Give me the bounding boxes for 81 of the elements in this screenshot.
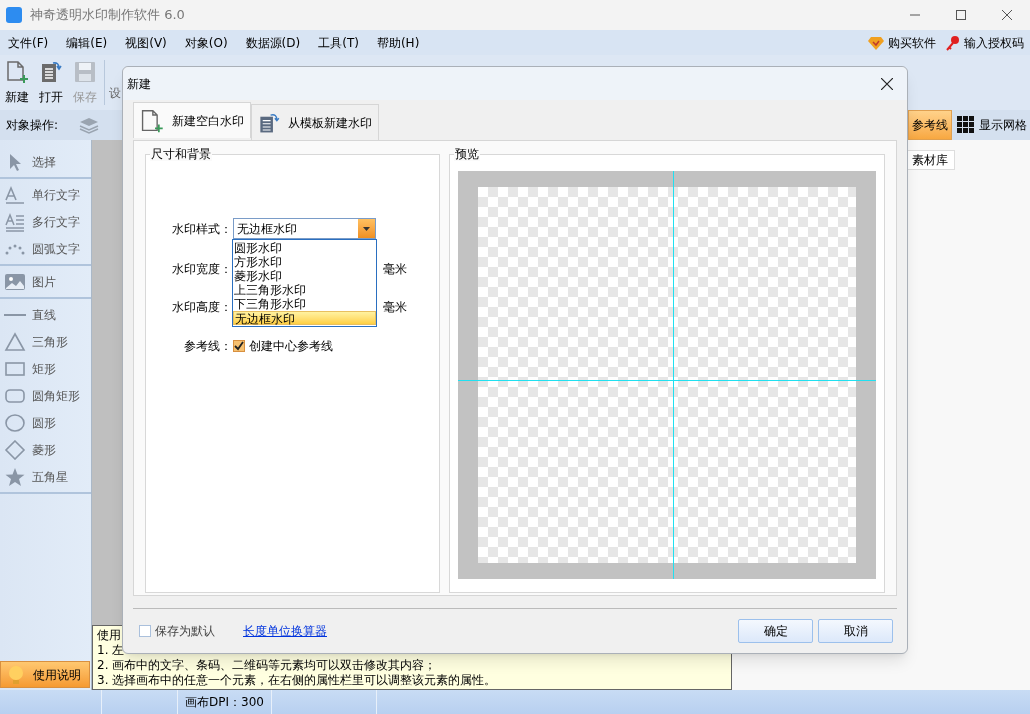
- menu-item[interactable]: 数据源(D): [239, 33, 307, 52]
- dialog-tab[interactable]: 新建空白水印: [133, 102, 251, 138]
- unit-label: 毫米: [383, 299, 407, 316]
- menu-item[interactable]: 编辑(E): [60, 33, 114, 52]
- checkbox-label: 保存为默认: [155, 623, 215, 640]
- toolbar-button[interactable]: 打开: [36, 59, 66, 106]
- dropdown-option[interactable]: 无边框水印: [233, 311, 376, 325]
- converter-link[interactable]: 长度单位换算器: [243, 622, 327, 640]
- layers-icon: [78, 116, 101, 134]
- menu-link[interactable]: 购买软件: [868, 33, 936, 52]
- tool-item[interactable]: 图片: [0, 268, 91, 295]
- dropdown-option[interactable]: 菱形水印: [233, 269, 376, 283]
- app-logo-icon: [6, 7, 22, 23]
- window-title: 神奇透明水印制作软件 6.0: [30, 6, 185, 25]
- dropdown-option[interactable]: 上三角形水印: [233, 283, 376, 297]
- checkbox[interactable]: [139, 625, 151, 637]
- tool-item[interactable]: 圆形: [0, 409, 91, 436]
- diamond-icon: [4, 439, 26, 460]
- group-title: 尺寸和背景: [150, 147, 212, 161]
- multiline-text-icon: [4, 211, 26, 232]
- tool-item[interactable]: 矩形: [0, 355, 91, 382]
- checkbox[interactable]: [233, 340, 245, 352]
- tool-item[interactable]: 三角形: [0, 328, 91, 355]
- style-dropdown[interactable]: 无边框水印: [233, 218, 376, 239]
- help-text: 2. 画布中的文字、条码、二维码等元素均可以双击修改其内容；: [97, 658, 438, 672]
- close-icon: [1002, 10, 1012, 20]
- status-dpi: 画布DPI：300: [185, 694, 264, 711]
- help-text: 3. 选择画布中的任意一个元素，在右侧的属性栏里可以调整该元素的属性。: [97, 673, 498, 687]
- menu-item[interactable]: 视图(V): [119, 33, 173, 52]
- tool-item[interactable]: 多行文字: [0, 208, 91, 235]
- tool-item[interactable]: 选择: [0, 148, 91, 175]
- line-icon: [4, 313, 26, 316]
- toolbar-label: 设: [109, 84, 121, 102]
- menu-item[interactable]: 帮助(H): [370, 33, 426, 52]
- tool-item[interactable]: 圆弧文字: [0, 235, 91, 262]
- toolbar-button[interactable]: 新建: [2, 59, 32, 106]
- unit-label: 毫米: [383, 261, 407, 278]
- new-document-icon: [5, 59, 29, 84]
- checkmark-icon: [234, 341, 244, 351]
- gem-icon: [868, 35, 884, 50]
- panel-tab[interactable]: 素材库: [905, 150, 955, 170]
- help-title: 使用: [97, 628, 121, 642]
- lightbulb-icon: [7, 664, 25, 685]
- help-text: 1. 左: [97, 643, 126, 657]
- dropdown-option[interactable]: 下三角形水印: [233, 297, 376, 311]
- caret-icon: [363, 226, 370, 231]
- star-icon: [4, 466, 26, 487]
- dialog-button[interactable]: 确定: [738, 619, 813, 643]
- circle-icon: [4, 412, 26, 433]
- menu-item[interactable]: 对象(O): [178, 33, 234, 52]
- grid-icon: [957, 116, 975, 134]
- help-button[interactable]: 使用说明: [0, 661, 90, 688]
- tool-item[interactable]: 菱形: [0, 436, 91, 463]
- field-label: 水印样式：: [171, 220, 232, 238]
- dropdown-option[interactable]: 圆形水印: [233, 241, 376, 255]
- dialog-title: 新建: [127, 75, 151, 93]
- menu-link[interactable]: 输入授权码: [946, 33, 1024, 52]
- tool-item[interactable]: 圆角矩形: [0, 382, 91, 409]
- toggle-button[interactable]: 显示网格: [954, 110, 1030, 140]
- field-label: 参考线：: [183, 338, 232, 355]
- menu-item[interactable]: 文件(F): [2, 33, 55, 52]
- toggle-button[interactable]: 参考线: [908, 110, 952, 140]
- menu-item[interactable]: 工具(T): [312, 33, 365, 52]
- group-title: 预览: [454, 147, 480, 161]
- checkbox-label: 创建中心参考线: [249, 338, 333, 355]
- dialog-button[interactable]: 取消: [818, 619, 893, 643]
- maximize-icon: [956, 10, 966, 20]
- tool-item[interactable]: 五角星: [0, 463, 91, 490]
- field-label: 水印高度：: [171, 299, 232, 316]
- triangle-icon: [4, 331, 26, 352]
- text-icon: [4, 184, 26, 205]
- image-icon: [4, 271, 26, 292]
- key-icon: [946, 34, 960, 51]
- dialog-tab[interactable]: 从模板新建水印: [251, 104, 379, 140]
- object-ops-label: 对象操作:: [6, 117, 59, 134]
- dropdown-option[interactable]: 方形水印: [233, 255, 376, 269]
- tool-item[interactable]: 直线: [0, 301, 91, 328]
- document-arrow-icon: [39, 59, 63, 84]
- close-icon: [881, 77, 893, 90]
- tool-item[interactable]: 单行文字: [0, 181, 91, 208]
- field-label: 水印宽度：: [171, 261, 232, 278]
